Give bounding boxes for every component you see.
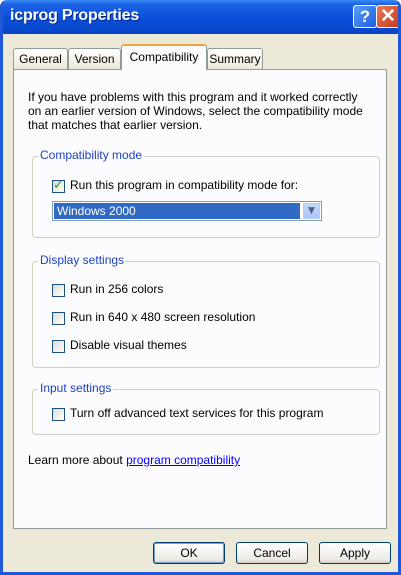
tab-panel: If you have problems with this program a… (13, 69, 387, 529)
close-icon[interactable]: ✕ (376, 5, 398, 28)
tab-summary[interactable]: Summary (207, 48, 263, 69)
help-icon[interactable]: ? (353, 5, 377, 28)
chevron-down-icon[interactable]: ▼ (303, 203, 320, 219)
title-bar[interactable]: icprog Properties ? ✕ (3, 0, 398, 34)
disable-visual-themes-checkbox[interactable] (52, 340, 65, 353)
window-title: icprog Properties (10, 7, 140, 24)
run-640-resolution-checkbox[interactable] (52, 312, 65, 325)
learn-more-text: Learn more about program compatibility (28, 453, 240, 467)
tab-general[interactable]: General (13, 48, 68, 69)
run-640-resolution-label[interactable]: Run in 640 x 480 screen resolution (70, 310, 255, 324)
os-select[interactable]: Windows 2000 ▼ (52, 201, 322, 221)
program-compatibility-link[interactable]: program compatibility (126, 453, 240, 467)
compatibility-mode-label[interactable]: Run this program in compatibility mode f… (70, 178, 298, 192)
apply-button[interactable]: Apply (319, 542, 391, 564)
disable-visual-themes-label[interactable]: Disable visual themes (70, 338, 187, 352)
compatibility-mode-legend: Compatibility mode (38, 148, 145, 162)
advanced-text-services-checkbox[interactable] (52, 408, 65, 421)
run-256-colors-label[interactable]: Run in 256 colors (70, 282, 163, 296)
learn-more-prefix: Learn more about (28, 453, 127, 467)
advanced-text-services-label[interactable]: Turn off advanced text services for this… (70, 406, 323, 420)
tab-compatibility[interactable]: Compatibility (121, 44, 207, 70)
input-settings-legend: Input settings (38, 381, 114, 395)
intro-text: If you have problems with this program a… (28, 90, 363, 132)
properties-window: icprog Properties ? ✕ General Version Co… (0, 0, 401, 575)
display-settings-legend: Display settings (38, 253, 127, 267)
os-select-value: Windows 2000 (54, 203, 300, 219)
run-256-colors-checkbox[interactable] (52, 284, 65, 297)
ok-button[interactable]: OK (153, 542, 225, 564)
cancel-button[interactable]: Cancel (236, 542, 308, 564)
compatibility-mode-group: Compatibility mode (32, 148, 380, 238)
tab-version[interactable]: Version (68, 48, 121, 69)
compatibility-mode-checkbox[interactable] (52, 178, 65, 193)
